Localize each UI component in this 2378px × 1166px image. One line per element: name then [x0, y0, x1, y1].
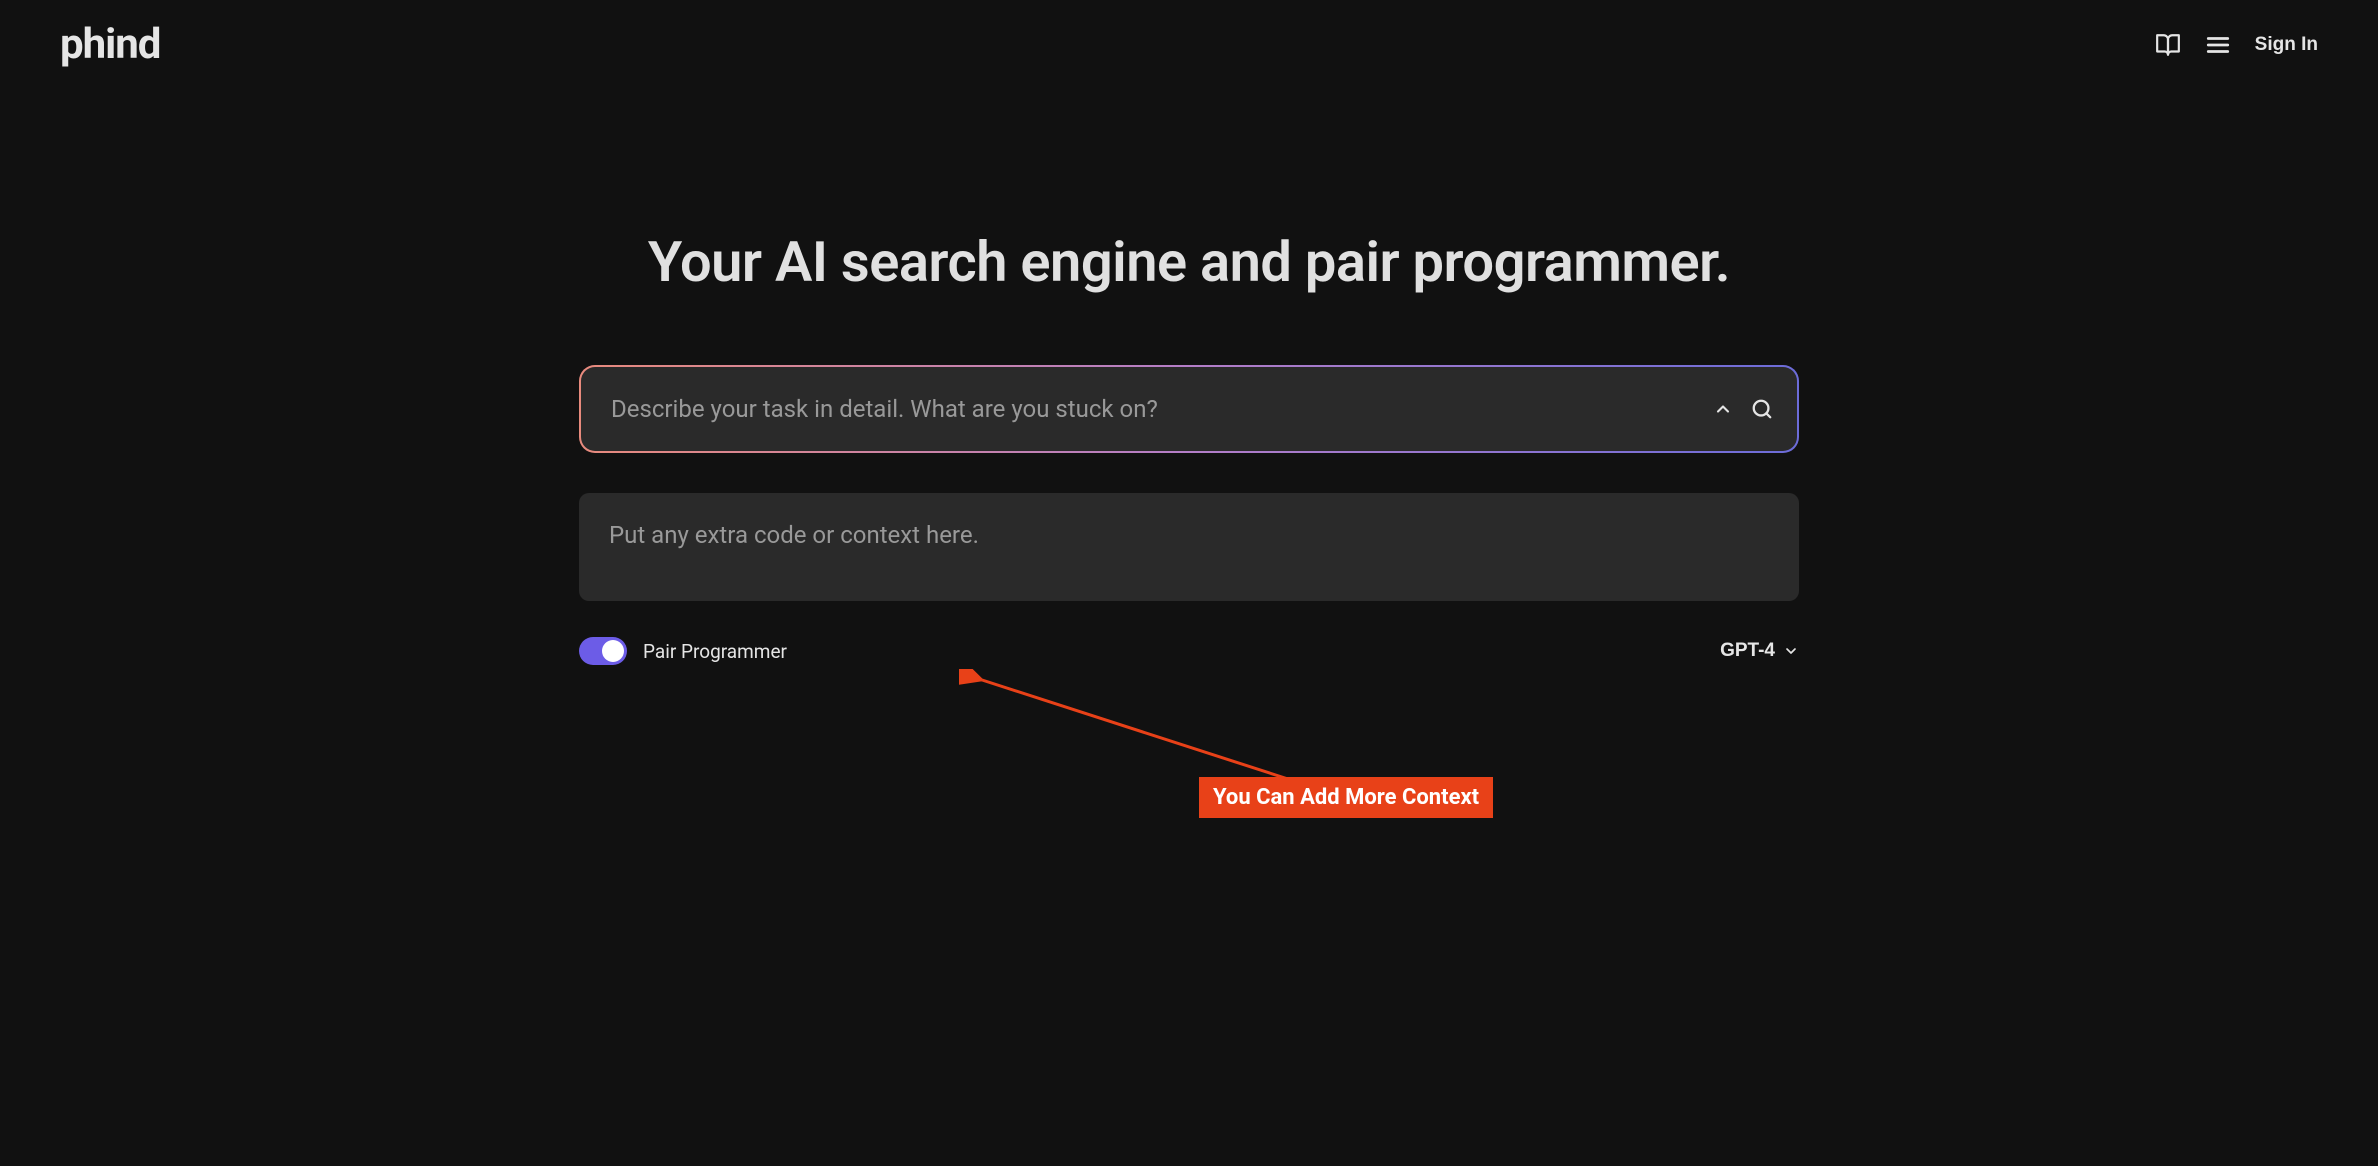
search-icon	[1751, 398, 1773, 420]
pair-programmer-label: Pair Programmer	[643, 640, 787, 663]
header-right: Sign In	[2155, 32, 2318, 58]
model-selector[interactable]: GPT-4	[1720, 640, 1799, 662]
logo[interactable]: phind	[60, 20, 160, 69]
context-input[interactable]	[609, 521, 1769, 549]
search-button[interactable]	[1751, 398, 1773, 420]
context-box	[579, 493, 1799, 601]
collapse-button[interactable]	[1713, 399, 1733, 419]
pair-programmer-toggle-group: Pair Programmer	[579, 637, 787, 665]
search-box	[581, 367, 1797, 451]
header: phind Sign In	[0, 0, 2378, 89]
chevron-down-icon	[1783, 643, 1799, 659]
book-icon	[2155, 32, 2181, 58]
pair-programmer-toggle[interactable]	[579, 637, 627, 665]
search-controls	[1713, 398, 1773, 420]
search-wrapper	[579, 365, 1799, 453]
main-content: Your AI search engine and pair programme…	[519, 229, 1859, 665]
hero-title: Your AI search engine and pair programme…	[579, 229, 1799, 295]
signin-button[interactable]: Sign In	[2255, 34, 2318, 56]
hamburger-icon	[2205, 32, 2231, 58]
search-input[interactable]	[611, 395, 1687, 423]
library-button[interactable]	[2155, 32, 2181, 58]
toggle-knob	[602, 640, 624, 662]
bottom-row: Pair Programmer GPT-4	[579, 637, 1799, 665]
menu-button[interactable]	[2205, 32, 2231, 58]
model-label: GPT-4	[1720, 640, 1775, 662]
annotation-arrow	[959, 669, 1339, 799]
annotation-label: You Can Add More Context	[1199, 777, 1493, 818]
chevron-up-icon	[1713, 399, 1733, 419]
annotation: You Can Add More Context	[1199, 777, 1493, 818]
